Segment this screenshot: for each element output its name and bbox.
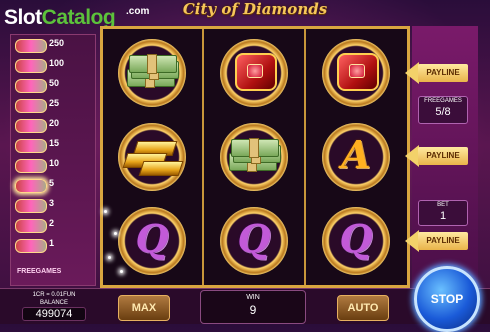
credit-rate: 1CR = 0.01FUN (32, 292, 76, 298)
reel-column: Q (205, 29, 306, 285)
a-icon (15, 179, 47, 193)
payline-indicator-1: PAYLINE (405, 62, 468, 84)
payline-label: PAYLINE (418, 64, 468, 82)
sparkle-decoration (114, 232, 117, 235)
sparkle-decoration (108, 256, 111, 259)
payline-indicator-3: PAYLINE (405, 230, 468, 252)
paytable-row: 2 (11, 218, 95, 233)
game-title: City of Diamonds (182, 0, 328, 18)
paytable-row: 15 (11, 138, 95, 153)
paytable-row: 5 (11, 178, 95, 193)
reel-cell (213, 121, 295, 199)
paytable-row: 25 (11, 98, 95, 113)
letter-q-icon: Q (237, 216, 271, 261)
letter-a-icon: A (341, 132, 371, 177)
diamond-ring-icon (15, 39, 47, 53)
paytable-value: 20 (49, 118, 60, 128)
bet-display: BET 1 (418, 200, 468, 226)
paytable-value: 2 (49, 218, 55, 228)
car-icon (15, 119, 47, 133)
gold-icon (15, 79, 47, 93)
paytable-row: 10 (11, 158, 95, 173)
stop-button[interactable]: STOP (414, 266, 480, 332)
paytable-value: 15 (49, 138, 60, 148)
reel-cell: A (315, 121, 397, 199)
reel-cell (111, 121, 193, 199)
reel-cell: Q (315, 205, 397, 283)
paytable-value: 1 (49, 238, 55, 248)
letter-q-icon: Q (135, 216, 169, 261)
max-bet-button[interactable]: MAX (118, 295, 170, 321)
cards-icon (15, 159, 47, 173)
payline-indicator-2: PAYLINE (405, 145, 468, 167)
letter-q-icon: Q (339, 216, 373, 261)
balance-label: BALANCE (39, 300, 68, 306)
sparkle-decoration (104, 210, 107, 213)
auto-spin-button[interactable]: AUTO (337, 295, 389, 321)
paytable-row: 3 (11, 198, 95, 213)
sparkle-decoration (120, 270, 123, 273)
paytable-value: 250 (49, 38, 65, 48)
paytable-row: 1 (11, 238, 95, 253)
reel-cell (315, 37, 397, 115)
j-icon (15, 239, 47, 253)
paytable-value: 3 (49, 198, 55, 208)
freegames-counter-label: FREEGAMES (424, 98, 462, 104)
reel-column: AQ (307, 29, 406, 285)
payline-label: PAYLINE (418, 232, 468, 250)
paytable-freegames-label: FREEGAMES (17, 268, 62, 275)
payline-label: PAYLINE (418, 147, 468, 165)
logo-com-text: .com (126, 6, 150, 17)
win-display: WIN 9 (200, 290, 306, 324)
bet-value: 1 (439, 210, 447, 222)
paytable-value: 25 (49, 98, 60, 108)
paytable-value: 10 (49, 158, 60, 168)
bet-label: BET (437, 202, 449, 208)
reel-cell: Q (111, 205, 193, 283)
payline-arrow-icon (405, 145, 419, 167)
balance-display: 1CR = 0.01FUN BALANCE 499074 (18, 288, 90, 323)
paytable-panel: 250 100 50 25 20 15 10 5 3 2 1 FREEGAMES (10, 34, 96, 286)
ring-icon (15, 99, 47, 113)
q-icon (15, 219, 47, 233)
paytable-value: 5 (49, 178, 55, 188)
reel-column: Q (103, 29, 204, 285)
freegames-counter-value: 5/8 (435, 106, 451, 118)
ruby-ring-icon (337, 53, 379, 91)
ruby-ring-icon (235, 53, 277, 91)
freegames-counter: FREEGAMES 5/8 (418, 96, 468, 124)
balance-value: 499074 (22, 307, 86, 321)
k-icon (15, 199, 47, 213)
paytable-value: 100 (49, 58, 65, 68)
paytable-value: 50 (49, 78, 60, 88)
win-label: WIN (246, 294, 260, 301)
payline-arrow-icon (405, 230, 419, 252)
reels-frame: QQAQ (100, 26, 410, 288)
paytable-row: 100 (11, 58, 95, 73)
logo-slot-text: Slot (4, 6, 42, 29)
chips-icon (15, 139, 47, 153)
payline-arrow-icon (405, 62, 419, 84)
money-icon (15, 59, 47, 73)
win-value: 9 (249, 303, 257, 317)
money-stack-icon (229, 138, 281, 173)
reel-cell (111, 37, 193, 115)
gold-bars-icon (122, 141, 184, 176)
reel-cell (213, 37, 295, 115)
money-stack-icon (127, 54, 179, 89)
paytable-row: 20 (11, 118, 95, 133)
reel-cell: Q (213, 205, 295, 283)
paytable-row: 50 (11, 78, 95, 93)
paytable-row: 250 (11, 38, 95, 53)
